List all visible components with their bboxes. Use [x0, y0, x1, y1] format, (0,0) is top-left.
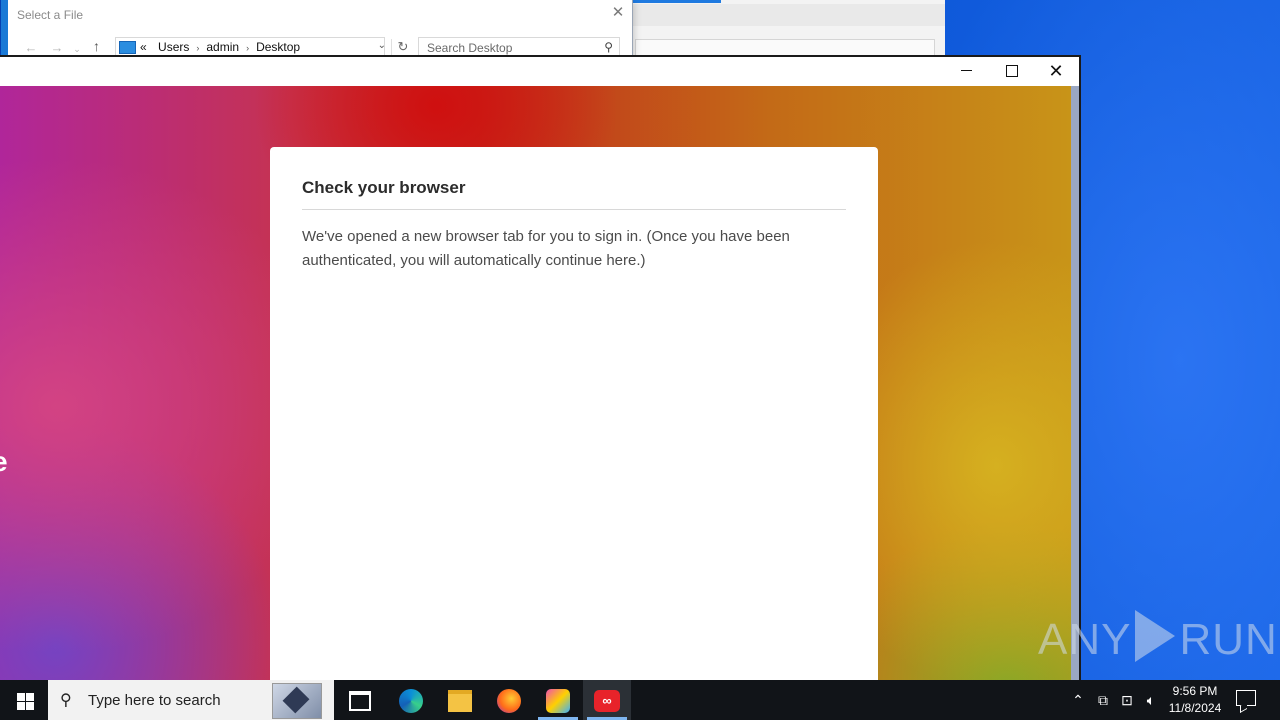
taskbar-search-input[interactable]: ⚲ Type here to search [48, 680, 334, 720]
divider [302, 209, 846, 210]
breadcrumb-item-admin[interactable]: admin [206, 40, 239, 54]
maximize-button[interactable] [989, 57, 1035, 86]
chevron-down-icon[interactable]: ⌄ [378, 40, 386, 51]
meet-now-icon[interactable]: ⧉ [1093, 680, 1113, 720]
network-icon[interactable]: ⊡ [1117, 680, 1137, 720]
close-window-button[interactable]: ✕ [1033, 57, 1079, 86]
arrow-right-icon[interactable]: → [44, 40, 70, 55]
notification-icon[interactable] [1236, 690, 1256, 706]
edge-icon [399, 689, 423, 714]
taskbar: ⚲ Type here to search ∞ ⌃ ⧉ ⊡ 🔈︎ 9:56 PM… [0, 680, 1280, 720]
taskbar-creative-cloud[interactable]: ∞ [583, 680, 631, 720]
card-message: We've opened a new browser tab for you t… [302, 228, 790, 269]
search-placeholder: Search Desktop [427, 41, 513, 55]
taskbar-search-placeholder: Type here to search [88, 692, 221, 709]
select-file-dialog[interactable]: Select a File ✕ ← → ⌄ ↑ « Users › admin › Desk… [1, 0, 633, 57]
system-clock[interactable]: 9:56 PM 11/8/2024 [1160, 683, 1230, 717]
arrow-left-icon[interactable]: ← [18, 40, 44, 55]
address-bar[interactable]: « Users › admin › Desktop ⌄ [115, 37, 386, 57]
folder-icon [448, 690, 472, 713]
play-icon [1135, 610, 1176, 662]
chevron-up-icon[interactable]: ⌃ [1068, 680, 1088, 720]
watermark-logo: ANY RUN [1038, 610, 1278, 665]
taskbar-firefox[interactable] [485, 680, 533, 720]
task-view-icon [349, 691, 371, 712]
chevron-down-icon[interactable]: ⌄ [70, 44, 84, 55]
breadcrumb-item-desktop[interactable]: Desktop [256, 40, 300, 54]
breadcrumb: « Users › admin › Desktop [140, 40, 301, 54]
background-window [630, 0, 945, 57]
maximize-icon [1006, 65, 1018, 77]
creative-cloud-icon: ∞ [594, 690, 620, 713]
partial-heading-text: e [0, 446, 8, 478]
sign-in-card: Check your browser We've opened a new br… [270, 147, 878, 682]
arrow-up-icon[interactable]: ↑ [93, 38, 100, 54]
minimize-button[interactable] [943, 57, 989, 86]
search-input[interactable]: Search Desktop ⚲ [418, 37, 620, 57]
camera-app-icon [546, 689, 570, 714]
card-title: Check your browser [302, 178, 466, 197]
clock-date: 11/8/2024 [1168, 701, 1222, 715]
chevron-right-icon: › [246, 43, 250, 53]
volume-icon[interactable]: 🔈︎ [1141, 680, 1161, 720]
start-button[interactable] [0, 680, 48, 720]
dialog-title: Select a File [17, 8, 84, 22]
clock-time: 9:56 PM [1172, 684, 1218, 698]
search-icon: ⚲ [60, 692, 72, 709]
breadcrumb-item-users[interactable]: Users [158, 40, 189, 54]
taskbar-camera-app[interactable] [534, 680, 582, 720]
close-icon[interactable]: ✕ [610, 5, 626, 21]
task-view-button[interactable] [336, 680, 384, 720]
taskbar-edge[interactable] [387, 680, 435, 720]
firefox-icon [497, 689, 521, 714]
search-icon: ⚲ [604, 40, 613, 54]
title-bar[interactable]: ✕ [0, 57, 1079, 86]
computer-icon [119, 41, 136, 54]
adobe-creative-cloud-window[interactable]: ✕ e Check your browser We've opened a ne… [0, 55, 1081, 682]
refresh-icon[interactable]: ↻ [391, 39, 411, 55]
minimize-icon [960, 70, 972, 72]
search-highlight-image [272, 683, 322, 719]
chevron-right-icon: › [196, 43, 200, 53]
taskbar-file-explorer[interactable] [436, 680, 484, 720]
